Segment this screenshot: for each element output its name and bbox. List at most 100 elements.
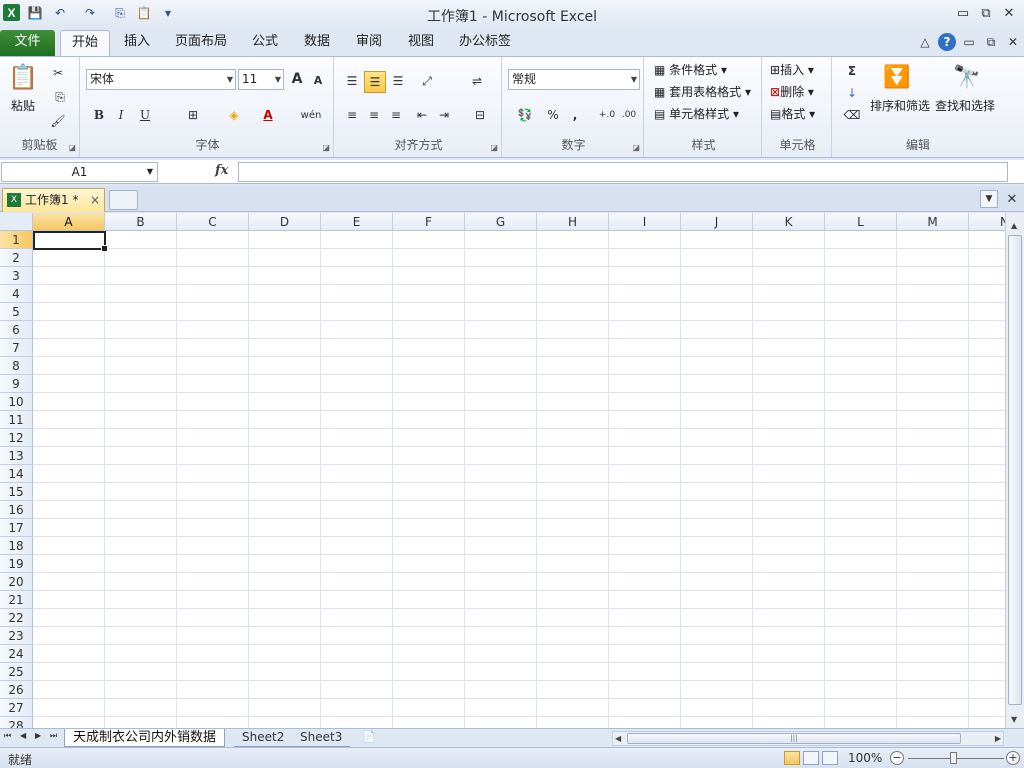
wrap-text-icon[interactable]: ⇌ [466, 71, 488, 91]
row-header[interactable]: 23 [0, 627, 33, 645]
normal-view-button[interactable] [784, 751, 800, 765]
copy-format-icon[interactable]: ⎘ [48, 87, 72, 107]
delete-cells-button[interactable]: ⊠删除 ▾ [770, 83, 814, 100]
scroll-down-icon[interactable]: ▼ [1011, 715, 1017, 724]
sort-filter-button[interactable]: 排序和筛选 [870, 97, 930, 114]
sheet-tab-2[interactable]: Sheet2 [234, 729, 293, 747]
row-header[interactable]: 15 [0, 483, 33, 501]
comma-icon[interactable]: , [566, 105, 584, 125]
tab-review[interactable]: 审阅 [346, 30, 392, 56]
row-header[interactable]: 10 [0, 393, 33, 411]
zoom-level[interactable]: 100% [848, 751, 882, 765]
zoom-out-icon[interactable]: − [890, 751, 904, 765]
row-header[interactable]: 21 [0, 591, 33, 609]
grow-font-icon[interactable]: A [288, 69, 306, 89]
row-header[interactable]: 17 [0, 519, 33, 537]
sort-filter-icon[interactable]: ⏬ [880, 61, 914, 93]
formula-input[interactable] [238, 162, 1008, 182]
align-middle-icon[interactable]: ☰ [364, 71, 386, 93]
percent-icon[interactable]: % [544, 105, 562, 125]
column-header[interactable]: M [897, 213, 969, 231]
column-header[interactable]: N [969, 213, 1005, 231]
fill-icon[interactable]: ↓ [838, 83, 866, 103]
conditional-format-button[interactable]: ▦ 条件格式 ▾ [654, 61, 727, 78]
tab-home[interactable]: 开始 [60, 30, 110, 56]
workbook-close-icon[interactable]: ✕ [1004, 33, 1022, 51]
name-box[interactable]: A1 ▼ [1, 162, 158, 182]
align-center-icon[interactable]: ≡ [364, 105, 384, 125]
column-header[interactable]: G [465, 213, 537, 231]
active-cell-a1[interactable] [33, 231, 108, 252]
row-header[interactable]: 14 [0, 465, 33, 483]
column-header[interactable]: H [537, 213, 609, 231]
close-all-icon[interactable]: ✕ [1003, 190, 1021, 208]
restore-button[interactable]: ⧉ [975, 4, 997, 22]
row-header[interactable]: 19 [0, 555, 33, 573]
phonetic-icon[interactable]: wén [294, 105, 328, 125]
collapse-ribbon-icon[interactable]: △ [916, 33, 934, 51]
align-bottom-icon[interactable]: ☰ [388, 71, 408, 91]
orientation-icon[interactable]: ⤢ [414, 71, 440, 91]
clipboard-launcher-icon[interactable]: ◪ [68, 143, 76, 152]
tab-insert[interactable]: 插入 [114, 30, 160, 56]
insert-function-icon[interactable]: fx [215, 163, 228, 178]
zoom-slider-handle[interactable] [950, 752, 957, 764]
italic-button[interactable]: I [112, 105, 130, 125]
decrease-indent-icon[interactable]: ⇤ [412, 105, 432, 125]
row-header[interactable]: 16 [0, 501, 33, 519]
currency-icon[interactable]: 💱 [510, 105, 540, 125]
page-layout-view-button[interactable] [803, 751, 819, 765]
insert-sheet-icon[interactable]: 📄 [362, 730, 376, 743]
column-header[interactable]: L [825, 213, 897, 231]
row-header[interactable]: 22 [0, 609, 33, 627]
workbook-restore-icon[interactable]: ⧉ [982, 33, 1000, 51]
insert-cells-button[interactable]: ⊞插入 ▾ [770, 61, 814, 78]
format-cells-button[interactable]: ▤格式 ▾ [770, 105, 815, 122]
workbook-tab[interactable]: X 工作簿1 * × [2, 188, 105, 212]
number-format-combo[interactable]: 常规 ▼ [508, 69, 640, 90]
zoom-in-icon[interactable]: + [1006, 751, 1020, 765]
row-header[interactable]: 28 [0, 717, 33, 728]
bold-button[interactable]: B [90, 105, 108, 125]
increase-indent-icon[interactable]: ⇥ [434, 105, 454, 125]
row-header[interactable]: 24 [0, 645, 33, 663]
row-header[interactable]: 2 [0, 249, 33, 267]
tab-data[interactable]: 数据 [294, 30, 340, 56]
find-select-button[interactable]: 查找和选择 [935, 97, 995, 114]
fill-color-icon[interactable]: ◈ [220, 105, 248, 125]
decrease-decimal-icon[interactable]: .00 [618, 105, 640, 125]
column-header[interactable]: E [321, 213, 393, 231]
row-header[interactable]: 6 [0, 321, 33, 339]
scroll-left-icon[interactable]: ◀ [615, 734, 621, 743]
workbook-minimize-icon[interactable]: ▭ [960, 33, 978, 51]
row-header[interactable]: 9 [0, 375, 33, 393]
row-header[interactable]: 7 [0, 339, 33, 357]
column-header[interactable]: D [249, 213, 321, 231]
align-top-icon[interactable]: ☰ [342, 71, 362, 91]
worksheet-grid[interactable]: ABCDEFGHIJKLMN 1 2 3 4 5 6 7 8 9 10 11 12 13 14 15 16 17… [0, 213, 1005, 728]
align-left-icon[interactable]: ≡ [342, 105, 362, 125]
sheet-tab-3[interactable]: Sheet3 [292, 729, 351, 747]
alignment-launcher-icon[interactable]: ◪ [490, 143, 498, 152]
row-header[interactable]: 4 [0, 285, 33, 303]
increase-decimal-icon[interactable]: +.0 [596, 105, 618, 125]
close-tab-icon[interactable]: × [90, 189, 100, 211]
row-header[interactable]: 12 [0, 429, 33, 447]
font-launcher-icon[interactable]: ◪ [322, 143, 330, 152]
column-header[interactable]: J [681, 213, 753, 231]
minimize-button[interactable]: ▭ [952, 4, 974, 22]
column-header[interactable]: I [609, 213, 681, 231]
horizontal-scroll-thumb[interactable]: ||| [627, 733, 961, 744]
merge-center-icon[interactable]: ⊟ [466, 105, 494, 125]
number-launcher-icon[interactable]: ◪ [632, 143, 640, 152]
align-right-icon[interactable]: ≡ [386, 105, 406, 125]
row-header[interactable]: 20 [0, 573, 33, 591]
prev-sheet-icon[interactable]: ◀ [20, 731, 26, 740]
row-header[interactable]: 13 [0, 447, 33, 465]
horizontal-scrollbar[interactable]: ◀ ||| ▶ [612, 731, 1004, 746]
cell-styles-button[interactable]: ▤ 单元格样式 ▾ [654, 105, 739, 122]
last-sheet-icon[interactable]: ⏭ [50, 731, 57, 741]
clear-icon[interactable]: ⌫ [838, 105, 866, 125]
row-header[interactable]: 1 [0, 231, 33, 249]
tab-view[interactable]: 视图 [398, 30, 444, 56]
